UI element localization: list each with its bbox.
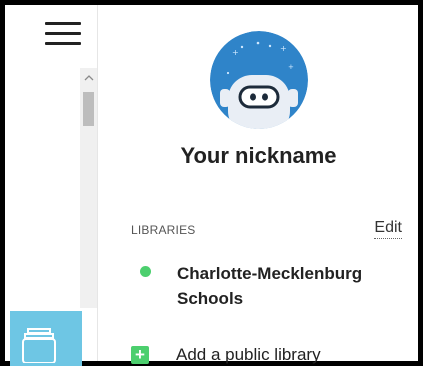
svg-text:+: + <box>280 44 287 53</box>
profile-panel: + + + Your nickname LIBRARIES Edit Charl… <box>97 5 418 364</box>
plus-icon: + <box>131 346 149 364</box>
svg-text:+: + <box>288 63 294 71</box>
bottom-tile[interactable] <box>10 311 82 366</box>
nickname: Your nickname <box>180 143 337 168</box>
add-library-label: Add a public library <box>176 345 321 364</box>
scrollbar[interactable] <box>80 68 97 308</box>
status-dot-icon <box>140 266 151 277</box>
scroll-thumb[interactable] <box>83 92 94 126</box>
libraries-heading: LIBRARIES <box>131 223 196 237</box>
window-frame: + + + Your nickname LIBRARIES Edit Charl… <box>0 0 423 366</box>
add-library-button[interactable]: + Add a public library <box>131 344 411 366</box>
svg-text:+: + <box>232 48 239 57</box>
robot-avatar-icon[interactable]: + + + <box>210 31 308 129</box>
library-name: Charlotte-Mecklenburg Schools <box>177 264 363 308</box>
left-rail <box>0 0 97 366</box>
hamburger-line <box>45 42 81 45</box>
hamburger-line <box>45 22 81 25</box>
edit-link[interactable]: Edit <box>374 219 402 239</box>
chevron-up-icon[interactable] <box>80 68 97 88</box>
hamburger-icon[interactable] <box>45 20 81 48</box>
stack-icon <box>22 328 56 363</box>
hamburger-line <box>45 32 81 35</box>
